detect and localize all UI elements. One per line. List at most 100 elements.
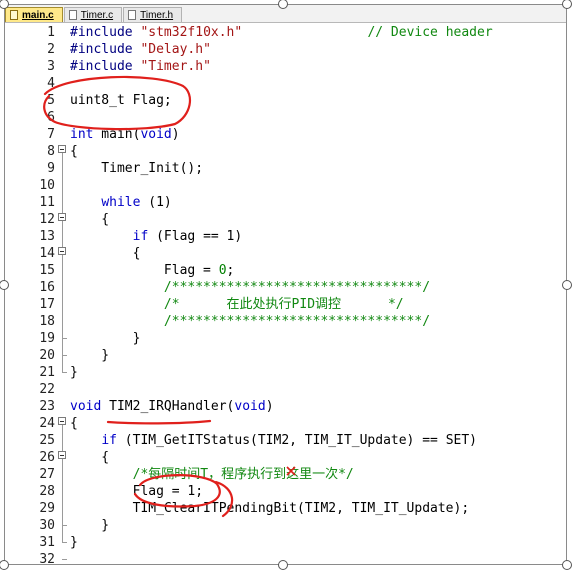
- fold-collapse-icon[interactable]: [58, 247, 66, 255]
- code-token: TIM2_IRQHandler(: [101, 399, 235, 414]
- code-line[interactable]: 2 #include "Delay.h": [5, 41, 566, 58]
- code-line[interactable]: 21}: [5, 364, 566, 381]
- code-line[interactable]: 25 if (TIM_GetITStatus(TIM2, TIM_IT_Upda…: [5, 432, 566, 449]
- code-line[interactable]: 26 {: [5, 449, 566, 466]
- line-number: 9: [47, 161, 55, 176]
- tab-main-c[interactable]: main.c: [5, 7, 63, 22]
- code-text: while (1): [70, 194, 171, 211]
- line-number: 17: [39, 297, 55, 312]
- code-line[interactable]: 19 }: [5, 330, 566, 347]
- code-line[interactable]: 5 uint8_t Flag;: [5, 92, 566, 109]
- code-text: {: [70, 143, 78, 160]
- code-line[interactable]: 10: [5, 177, 566, 194]
- code-line[interactable]: 15 Flag = 0;: [5, 262, 566, 279]
- fold-collapse-icon[interactable]: [58, 417, 66, 425]
- code-line[interactable]: 23 void TIM2_IRQHandler(void): [5, 398, 566, 415]
- code-line[interactable]: 31}: [5, 534, 566, 551]
- code-token: /********************************/: [163, 280, 431, 295]
- tab-timer-c[interactable]: Timer.c: [63, 7, 123, 22]
- code-line[interactable]: 14 {: [5, 245, 566, 262]
- tab-timer-h[interactable]: Timer.h: [123, 7, 183, 22]
- code-editor[interactable]: 32 31} 30 } 29 TIM_ClearITPendingBit(TIM2, …: [5, 24, 566, 567]
- code-line[interactable]: 24 {: [5, 415, 566, 432]
- code-line[interactable]: 7 int main(void): [5, 126, 566, 143]
- line-number: 11: [39, 195, 55, 210]
- line-number: 5: [47, 93, 55, 108]
- resize-handle-right[interactable]: [562, 280, 572, 290]
- line-number: 30: [39, 518, 55, 533]
- code-token: main(: [93, 127, 141, 142]
- code-text: }: [70, 347, 109, 364]
- line-number: 28: [39, 484, 55, 499]
- code-token: ): [265, 399, 274, 414]
- code-line[interactable]: 18 /********************************/: [5, 313, 566, 330]
- code-line[interactable]: 28 Flag = 1;: [5, 483, 566, 500]
- code-token: void: [140, 127, 172, 142]
- code-text: }: [70, 517, 109, 534]
- code-token: (TIM_GetITStatus(TIM2, TIM_IT_Update) ==…: [116, 433, 477, 448]
- code-token: Timer_Init();: [70, 161, 204, 176]
- line-number: 31: [39, 535, 55, 550]
- resize-handle-bottom-left[interactable]: [0, 560, 9, 570]
- code-line[interactable]: 20 }: [5, 347, 566, 364]
- code-line[interactable]: 6: [5, 109, 566, 126]
- code-line[interactable]: 16 /********************************/: [5, 279, 566, 296]
- line-number: 14: [39, 246, 55, 261]
- resize-handle-bottom-right[interactable]: [562, 560, 572, 570]
- code-token: }: [70, 331, 141, 346]
- code-token: ): [171, 127, 180, 142]
- code-line[interactable]: 30 }: [5, 517, 566, 534]
- code-text: #include "Timer.h": [70, 58, 211, 75]
- code-token: "stm32f10x.h": [140, 25, 243, 40]
- line-number: 4: [47, 76, 55, 91]
- code-line[interactable]: 17 /* 在此处执行PID调控 */: [5, 296, 566, 313]
- code-line[interactable]: 27 /*每隔时间T，程序执行到这里一次*/: [5, 466, 566, 483]
- resize-handle-top-right[interactable]: [562, 0, 572, 9]
- code-line[interactable]: 29 TIM_ClearITPendingBit(TIM2, TIM_IT_Up…: [5, 500, 566, 517]
- code-text: }: [70, 534, 78, 551]
- code-line[interactable]: 3 #include "Timer.h": [5, 58, 566, 75]
- code-token: {: [70, 144, 78, 159]
- fold-collapse-icon[interactable]: [58, 145, 66, 153]
- line-number: 25: [39, 433, 55, 448]
- code-text: #include "Delay.h": [70, 41, 211, 58]
- line-number: 27: [39, 467, 55, 482]
- code-token: Flag =: [70, 263, 219, 278]
- code-token: }: [70, 365, 78, 380]
- code-token: uint8_t Flag;: [70, 93, 172, 108]
- line-number: 29: [39, 501, 55, 516]
- line-number: 15: [39, 263, 55, 278]
- code-token: #include: [70, 42, 141, 57]
- line-number: 7: [47, 127, 55, 142]
- fold-end-marker: [62, 372, 67, 373]
- code-line[interactable]: 1 #include "stm32f10x.h" // Device header: [5, 24, 566, 41]
- code-token: #include: [70, 59, 141, 74]
- line-number: 22: [39, 382, 55, 397]
- code-token: if: [101, 433, 117, 448]
- code-text: uint8_t Flag;: [70, 92, 172, 109]
- code-line[interactable]: 4: [5, 75, 566, 92]
- code-token: {: [70, 246, 141, 261]
- code-token: #include: [70, 25, 141, 40]
- code-line[interactable]: 9 Timer_Init();: [5, 160, 566, 177]
- resize-handle-bottom[interactable]: [278, 560, 288, 570]
- code-token: "Timer.h": [140, 59, 211, 74]
- code-line[interactable]: 13 if (Flag == 1): [5, 228, 566, 245]
- code-line[interactable]: 22: [5, 381, 566, 398]
- line-number: 21: [39, 365, 55, 380]
- code-line[interactable]: 12 {: [5, 211, 566, 228]
- fold-end-marker: [62, 542, 67, 543]
- code-line[interactable]: 11 while (1): [5, 194, 566, 211]
- line-number: 13: [39, 229, 55, 244]
- code-line[interactable]: 8{: [5, 143, 566, 160]
- fold-collapse-icon[interactable]: [58, 213, 66, 221]
- line-number: 3: [47, 59, 55, 74]
- code-token: }: [70, 535, 78, 550]
- code-text: Flag = 1;: [70, 483, 203, 500]
- code-text: /*每隔时间T，程序执行到这里一次*/: [70, 466, 354, 483]
- line-number: 19: [39, 331, 55, 346]
- code-token: void: [234, 399, 266, 414]
- code-token: }: [70, 518, 110, 533]
- fold-collapse-icon[interactable]: [58, 451, 66, 459]
